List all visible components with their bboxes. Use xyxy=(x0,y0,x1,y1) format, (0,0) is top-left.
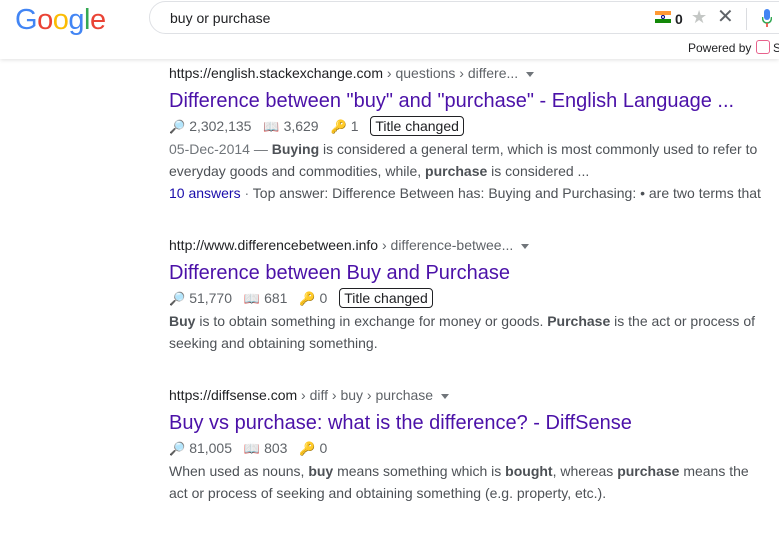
search-box[interactable]: 0 ★ ✕ xyxy=(149,1,779,34)
answers-link[interactable]: 10 answers xyxy=(169,185,241,201)
snippet-text: When used as nouns, xyxy=(169,463,309,479)
snippet-text: is to obtain something in exchange for m… xyxy=(195,313,548,329)
search-result: https://english.stackexchange.com › ques… xyxy=(169,63,769,204)
status-badge: Title changed xyxy=(370,116,464,136)
chevron-down-icon[interactable] xyxy=(521,243,530,249)
top-answer-text: Top answer: Difference Between has: Buyi… xyxy=(252,185,761,201)
key-icon: 🔑 xyxy=(299,441,316,456)
snippet-text: means something which is xyxy=(333,463,506,479)
views-count: 51,770 xyxy=(189,290,233,306)
magnifier-icon: 🔎 xyxy=(169,119,186,134)
search-result: http://www.differencebetween.info › diff… xyxy=(169,235,769,354)
snippet-highlight: Buy xyxy=(169,313,196,329)
result-more: 10 answers · Top answer: Difference Betw… xyxy=(169,182,769,204)
india-flag-icon xyxy=(655,11,671,23)
snippet-text: is considered ... xyxy=(487,163,590,179)
result-title-link[interactable]: Difference between Buy and Purchase xyxy=(169,260,769,286)
flag-count: 0 xyxy=(675,11,683,27)
result-snippet: 05-Dec-2014 — Buying is considered a gen… xyxy=(169,138,769,182)
snippet-highlight: purchase xyxy=(425,163,488,179)
divider xyxy=(746,8,747,30)
result-url[interactable]: https://english.stackexchange.com › ques… xyxy=(169,63,769,83)
snippet-highlight: Purchase xyxy=(547,313,611,329)
header-bar: Google 0 ★ ✕ Powered by S xyxy=(0,0,779,59)
magnifier-icon: 🔎 xyxy=(169,441,186,456)
status-badge: Title changed xyxy=(339,288,433,308)
result-breadcrumbs: › difference-betwee... xyxy=(378,237,514,253)
result-title-link[interactable]: Difference between "buy" and "purchase" … xyxy=(169,88,769,114)
result-url[interactable]: http://www.differencebetween.info › diff… xyxy=(169,235,769,255)
snippet-highlight: Buying xyxy=(271,141,320,157)
powered-by-tail: S xyxy=(773,41,779,55)
separator: · xyxy=(240,185,253,201)
book-icon: 📖 xyxy=(243,441,261,456)
logo-letter: e xyxy=(89,4,106,36)
result-breadcrumbs: › questions › differe... xyxy=(383,65,519,81)
keys-count: 0 xyxy=(319,440,328,456)
result-snippet: Buy is to obtain something in exchange f… xyxy=(169,310,769,354)
result-stats: 🔎 81,005 📖 803 🔑 0 xyxy=(169,437,769,460)
logo-letter: G xyxy=(15,4,38,36)
snippet-highlight: bought xyxy=(505,463,553,479)
chevron-down-icon[interactable] xyxy=(441,393,450,399)
logo-letter: o xyxy=(37,4,53,36)
views-count: 2,302,135 xyxy=(189,118,252,134)
result-stats: 🔎 2,302,135 📖 3,629 🔑 1 Title changed xyxy=(169,115,769,138)
magnifier-icon: 🔎 xyxy=(169,291,186,306)
reads-count: 3,629 xyxy=(283,118,319,134)
result-domain[interactable]: https://diffsense.com xyxy=(169,387,297,403)
chevron-down-icon[interactable] xyxy=(526,71,535,77)
result-breadcrumbs: › diff › buy › purchase xyxy=(297,387,434,403)
reads-count: 803 xyxy=(264,440,288,456)
result-date: 05-Dec-2014 — xyxy=(169,141,272,157)
reads-count: 681 xyxy=(264,290,288,306)
keys-count: 1 xyxy=(350,118,359,134)
result-stats: 🔎 51,770 📖 681 🔑 0 Title changed xyxy=(169,287,769,310)
snippet-highlight: purchase xyxy=(617,463,680,479)
extension-logo-icon xyxy=(756,40,770,54)
result-domain[interactable]: http://www.differencebetween.info xyxy=(169,237,378,253)
key-icon: 🔑 xyxy=(330,119,347,134)
snippet-text: , whereas xyxy=(552,463,618,479)
close-icon[interactable]: ✕ xyxy=(717,5,734,29)
result-domain[interactable]: https://english.stackexchange.com xyxy=(169,65,383,81)
key-icon: 🔑 xyxy=(299,291,316,306)
logo-letter: o xyxy=(52,4,69,36)
google-logo[interactable]: Google xyxy=(15,4,106,36)
book-icon: 📖 xyxy=(263,119,280,134)
search-result: https://diffsense.com › diff › buy › pur… xyxy=(169,385,769,504)
logo-letter: g xyxy=(68,4,84,36)
result-snippet: When used as nouns, buy means something … xyxy=(169,460,769,504)
result-title-link[interactable]: Buy vs purchase: what is the difference?… xyxy=(169,410,769,436)
result-url[interactable]: https://diffsense.com › diff › buy › pur… xyxy=(169,385,769,405)
mic-icon[interactable] xyxy=(762,9,772,27)
keys-count: 0 xyxy=(319,290,328,306)
powered-by-label: Powered by xyxy=(688,41,752,55)
book-icon: 📖 xyxy=(243,291,261,306)
views-count: 81,005 xyxy=(189,440,233,456)
snippet-highlight: buy xyxy=(308,463,334,479)
search-input[interactable] xyxy=(170,10,610,26)
star-icon[interactable]: ★ xyxy=(691,7,707,27)
